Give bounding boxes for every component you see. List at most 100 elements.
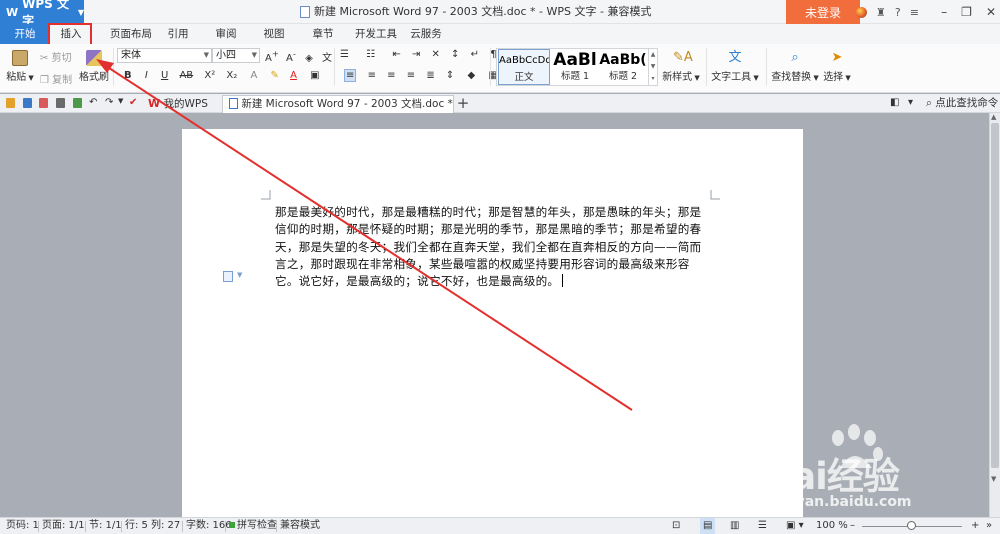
font-size-select[interactable]: 小四 ▼: [212, 48, 260, 63]
help-icon[interactable]: ?: [895, 6, 901, 19]
chevron-down-icon[interactable]: ▼: [237, 271, 242, 279]
zoom-slider-thumb[interactable]: [907, 521, 916, 530]
distributed-icon[interactable]: ≣: [426, 70, 434, 81]
zoom-level[interactable]: 100 %: [816, 518, 848, 534]
clear-format-icon[interactable]: ◈: [305, 53, 313, 64]
decrease-indent-icon[interactable]: ⇤: [392, 49, 400, 60]
show-marks-icon[interactable]: ↵: [471, 49, 479, 60]
scrollbar-thumb[interactable]: [991, 123, 999, 468]
style-gallery-scroll[interactable]: ▲ ▼ ▾: [648, 49, 657, 85]
text-effect-icon[interactable]: A: [250, 70, 257, 81]
superscript-icon[interactable]: X²: [204, 70, 215, 81]
doc-tab-document[interactable]: 新建 Microsoft Word 97 - 2003 文档.doc *: [222, 95, 454, 113]
login-button[interactable]: 未登录: [786, 0, 860, 24]
status-divider: [225, 521, 226, 532]
text-tools-button[interactable]: 文 文字工具 ▼: [710, 50, 760, 83]
style-heading-1[interactable]: AaBl 标题 1: [551, 49, 599, 85]
tab-developer[interactable]: 开发工具: [348, 24, 404, 44]
find-command-label: 点此查找命令: [935, 97, 999, 109]
justify-icon[interactable]: ≡: [407, 70, 415, 81]
spell-check-indicator-icon: [229, 522, 235, 528]
status-row: 行: 5: [125, 520, 148, 531]
new-style-button[interactable]: ✎A 新样式 ▼: [660, 50, 702, 83]
paragraph-layout-icon[interactable]: [223, 271, 233, 282]
zoom-out-icon[interactable]: –: [850, 518, 855, 534]
web-view-icon[interactable]: ▥: [730, 518, 739, 534]
align-center-icon[interactable]: ≡: [368, 70, 376, 81]
cut-button[interactable]: ✂ 剪切: [40, 49, 72, 64]
chinese-layout-icon[interactable]: ✕: [431, 49, 439, 60]
tab-page-layout[interactable]: 页面布局: [100, 24, 162, 44]
preview-icon[interactable]: [73, 98, 82, 108]
save-icon[interactable]: [23, 98, 32, 108]
tab-references[interactable]: 引用: [160, 24, 196, 44]
tab-home[interactable]: 开始: [0, 24, 50, 44]
scroll-up-icon[interactable]: ▲: [991, 113, 996, 121]
minimize-icon[interactable]: –: [941, 5, 947, 19]
title-bar: W WPS 文字 ▼ 新建 Microsoft Word 97 - 2003 文…: [0, 0, 1000, 28]
reading-view-icon[interactable]: ▣ ▾: [786, 518, 804, 534]
strikethrough-icon[interactable]: AB: [179, 70, 193, 81]
increase-indent-icon[interactable]: ⇥: [412, 49, 420, 60]
new-style-icon: ✎A: [673, 50, 693, 65]
undo-icon[interactable]: ↶: [89, 97, 97, 108]
close-icon[interactable]: ✕: [986, 5, 996, 19]
find-command-search[interactable]: ⌕ 点此查找命令: [926, 94, 998, 113]
shirt-icon[interactable]: ♜: [876, 6, 886, 19]
italic-icon[interactable]: I: [145, 70, 148, 81]
copy-button[interactable]: ❐ 复制: [40, 71, 72, 86]
open-icon[interactable]: [6, 98, 15, 108]
app-menu-button[interactable]: W WPS 文字 ▼: [0, 0, 84, 28]
document-icon: [300, 6, 310, 18]
font-name-select[interactable]: 宋体 ▼: [117, 48, 212, 63]
print-icon[interactable]: [56, 98, 65, 108]
document-body[interactable]: 那是最美好的时代，那是最糟糕的时代；那是智慧的年头，那是愚昧的年头；那是信仰的时…: [275, 204, 711, 290]
export-pdf-icon[interactable]: [39, 98, 48, 108]
panel-icon[interactable]: ◧: [890, 97, 899, 108]
skin-icon[interactable]: [856, 6, 867, 18]
line-spacing-icon[interactable]: ⇕: [446, 70, 454, 81]
subscript-icon[interactable]: X₂: [226, 70, 237, 81]
outline-view-icon[interactable]: ☰: [758, 518, 767, 534]
align-right-icon[interactable]: ≡: [387, 70, 395, 81]
chevron-down-icon[interactable]: ▼: [118, 97, 123, 105]
format-painter-button[interactable]: 格式刷: [79, 50, 109, 83]
page-view-icon[interactable]: ▤: [700, 518, 716, 534]
tab-cloud-service[interactable]: 云服务: [406, 24, 446, 44]
menu-icon[interactable]: ≡: [910, 6, 919, 19]
redo-icon[interactable]: ↷: [105, 97, 113, 108]
fit-width-icon[interactable]: ⊡: [672, 518, 680, 534]
bullet-list-icon[interactable]: ☰: [340, 49, 349, 60]
new-tab-button[interactable]: +: [456, 94, 470, 113]
zoom-in-icon[interactable]: +: [971, 518, 979, 534]
style-heading-2[interactable]: AaBb( 标题 2: [599, 49, 647, 85]
vertical-scrollbar[interactable]: ▲ ▼: [989, 113, 1000, 517]
format-painter-label: 格式刷: [79, 72, 109, 83]
numbered-list-icon[interactable]: ☷: [366, 49, 375, 60]
tab-view[interactable]: 视图: [256, 24, 292, 44]
select-button[interactable]: ➤ 选择 ▼: [822, 50, 852, 83]
paste-button[interactable]: 粘贴 ▼: [6, 50, 34, 83]
status-overflow-icon[interactable]: »: [986, 518, 992, 534]
doc-tab-my-wps[interactable]: W 我的WPS: [142, 95, 222, 113]
pinyin-icon[interactable]: 文: [322, 53, 332, 64]
restore-icon[interactable]: ❐: [961, 5, 972, 19]
find-replace-button[interactable]: ⌕ 查找替换 ▼: [770, 50, 820, 83]
tab-review[interactable]: 审阅: [208, 24, 244, 44]
char-border-icon[interactable]: ▣: [310, 70, 319, 81]
shading-icon[interactable]: ◆: [467, 70, 475, 81]
pin-icon[interactable]: ▾: [908, 97, 913, 108]
font-color-icon[interactable]: A: [290, 70, 297, 81]
style-normal[interactable]: AaBbCcDd 正文: [498, 49, 550, 85]
align-left-icon[interactable]: ≡: [344, 69, 357, 82]
scroll-down-icon[interactable]: ▼: [991, 475, 996, 483]
document-page[interactable]: [182, 129, 803, 519]
sort-icon[interactable]: ↕: [451, 49, 459, 60]
highlight-color-icon[interactable]: ✎: [270, 70, 278, 81]
tab-chapter[interactable]: 章节: [305, 24, 341, 44]
spell-check-toggle[interactable]: 拼写检查: [229, 518, 277, 534]
underline-icon[interactable]: U: [161, 70, 168, 81]
bold-icon[interactable]: B: [124, 70, 132, 81]
shrink-font-icon[interactable]: A-: [286, 49, 296, 64]
grow-font-icon[interactable]: A+: [265, 49, 279, 64]
